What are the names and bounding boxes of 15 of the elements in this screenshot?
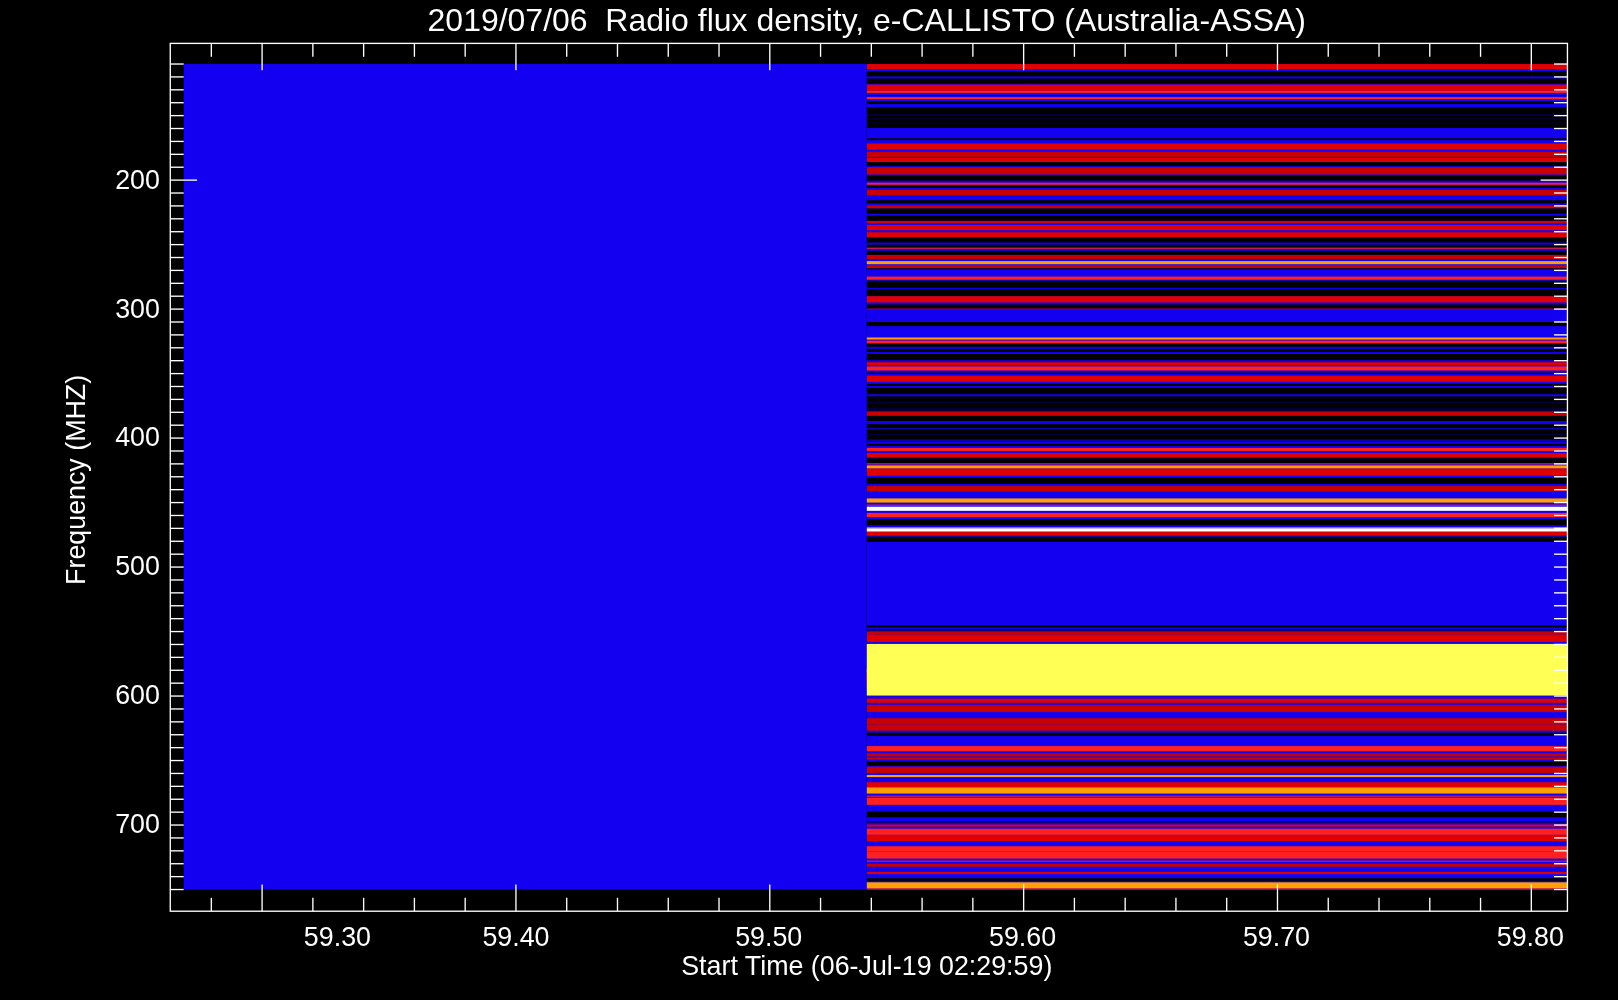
chart-title: 2019/07/06 Radio flux density, e-CALLISTO (Australia-ASSA)	[427, 2, 1306, 38]
x-tick-label: 59.50	[735, 922, 803, 953]
x-tick-label: 59.70	[1242, 922, 1310, 953]
x-tick-label: 59.80	[1496, 922, 1564, 953]
y-tick-label: 400	[115, 422, 160, 453]
x-tick-label: 59.30	[303, 922, 371, 953]
y-tick-label: 300	[115, 293, 160, 324]
x-tick-label: 59.40	[482, 922, 550, 953]
y-tick-label: 600	[115, 680, 160, 710]
y-axis-label: Frequency (MHZ)	[60, 374, 91, 585]
y-tick-label: 200	[115, 164, 160, 195]
x-axis-label: Start Time (06-Jul-19 02:29:59)	[681, 951, 1053, 982]
x-tick-label: 59.60	[989, 922, 1057, 953]
y-tick-label: 700	[115, 808, 160, 839]
y-tick-label: 500	[115, 551, 160, 582]
